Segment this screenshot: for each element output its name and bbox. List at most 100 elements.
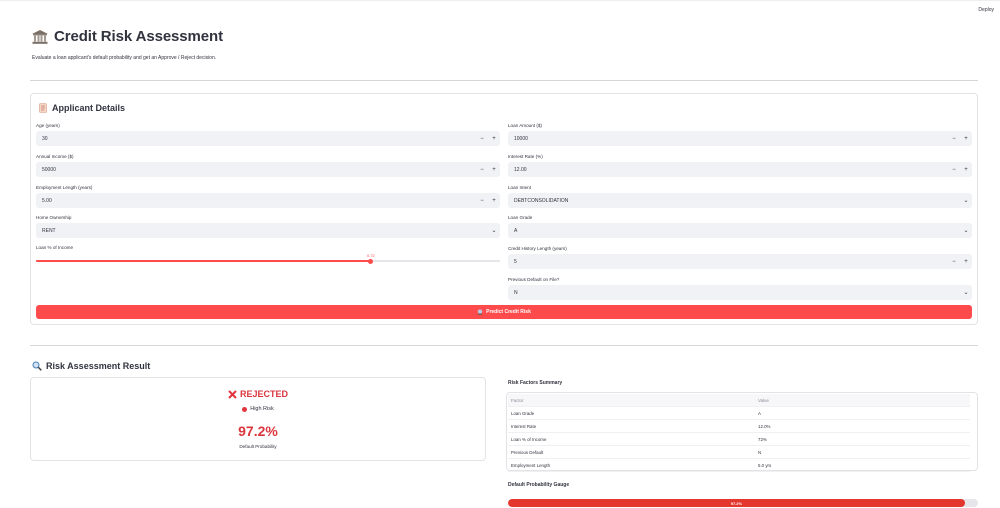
result-heading: Risk Assessment Result (32, 361, 150, 371)
home-ownership-select[interactable]: RENT ⌄ (36, 223, 500, 238)
table-row: Employment Length 5.0 yrs (508, 459, 970, 472)
credit-history-label: Credit History Length (years) (508, 246, 567, 251)
loan-percent-slider-fill (36, 260, 370, 262)
chevron-down-icon: ⌄ (963, 198, 969, 204)
page-title: Credit Risk Assessment (32, 28, 223, 45)
risk-level-text: High Risk (250, 406, 274, 412)
employment-length-decrement-button[interactable]: − (476, 198, 488, 204)
interest-rate-value: 12.00 (514, 166, 527, 173)
loan-percent-slider-value: 0.72 (367, 253, 375, 258)
risk-factors-heading: Risk Factors Summary (508, 380, 563, 386)
table-cell-factor: Employment Length (511, 462, 551, 468)
table-cell-value: 5.0 yrs (758, 462, 772, 468)
income-increment-button[interactable]: + (488, 167, 500, 173)
income-decrement-button[interactable]: − (476, 167, 488, 173)
decision-text: REJECTED (239, 389, 288, 399)
decision-block: REJECTED (30, 389, 486, 399)
top-border (0, 0, 1000, 1)
age-label: Age (years) (36, 123, 60, 128)
loan-amount-label: Loan Amount ($) (508, 123, 542, 128)
loan-amount-increment-button[interactable]: + (960, 136, 972, 142)
table-cell-value: A (758, 410, 761, 416)
page-subtitle: Evaluate a loan applicant's default prob… (32, 55, 217, 61)
income-input[interactable]: 50000 − + (36, 162, 500, 177)
risk-factors-table: Factor Value Loan Grade A Interest Rate … (508, 394, 970, 472)
bank-icon (32, 29, 48, 44)
previous-default-label: Previous Default on File? (508, 277, 560, 282)
probability-gauge-fill: 97.2% (508, 499, 965, 507)
page-title-text: Credit Risk Assessment (54, 28, 223, 45)
interest-rate-increment-button[interactable]: + (960, 167, 972, 173)
age-value: 30 (42, 135, 48, 142)
probability-label: Default Probability (239, 444, 277, 449)
applicant-heading: Applicant Details (38, 103, 125, 113)
table-cell-factor: Loan % of Income (511, 436, 547, 442)
loan-grade-label: Loan Grade (508, 215, 533, 220)
deploy-button[interactable]: Deploy (978, 7, 994, 13)
home-ownership-label: Home Ownership (36, 215, 72, 220)
predict-button-label: Predict Credit Risk (486, 309, 531, 315)
credit-history-increment-button[interactable]: + (960, 259, 972, 265)
credit-history-decrement-button[interactable]: − (948, 259, 960, 265)
interest-rate-decrement-button[interactable]: − (948, 167, 960, 173)
probability-text: 97.2% (238, 423, 278, 439)
table-cell-value: N (758, 449, 762, 455)
interest-rate-label: Interest Rate (%) (508, 154, 543, 159)
loan-intent-select[interactable]: DEBTCONSOLIDATION ⌄ (508, 193, 972, 208)
table-row: Loan Grade A (508, 407, 970, 420)
loan-intent-value: DEBTCONSOLIDATION (514, 197, 569, 204)
credit-history-value: 5 (514, 258, 517, 265)
loan-grade-select[interactable]: A ⌄ (508, 223, 972, 238)
loan-percent-slider-handle[interactable] (367, 258, 373, 264)
gauge-heading: Default Probability Gauge (508, 482, 570, 488)
interest-rate-input[interactable]: 12.00 − + (508, 162, 972, 177)
table-cell-factor: Loan Grade (511, 410, 535, 416)
predict-credit-risk-button[interactable]: Predict Credit Risk (36, 305, 972, 319)
probability-caption: Default Probability (30, 444, 486, 449)
chevron-down-icon: ⌄ (963, 290, 969, 296)
table-cell-value: 12.0% (758, 423, 771, 429)
divider (30, 345, 978, 346)
previous-default-value: N (514, 289, 518, 296)
cross-mark-icon (228, 389, 237, 399)
divider (30, 80, 978, 81)
result-heading-text: Risk Assessment Result (46, 361, 151, 371)
table-header-factor: Factor (511, 397, 524, 403)
previous-default-select[interactable]: N ⌄ (508, 285, 972, 300)
decision-label: REJECTED (30, 389, 486, 399)
age-input[interactable]: 30 − + (36, 131, 500, 146)
table-cell-factor: Interest Rate (511, 423, 537, 429)
employment-length-increment-button[interactable]: + (488, 198, 500, 204)
home-ownership-value: RENT (42, 227, 56, 234)
memo-icon (39, 103, 47, 113)
employment-length-label: Employment Length (years) (36, 185, 93, 190)
employment-length-input[interactable]: 5.00 − + (36, 193, 500, 208)
table-header-row: Factor Value (508, 394, 970, 407)
loan-amount-decrement-button[interactable]: − (948, 136, 960, 142)
risk-level: High Risk (30, 406, 486, 412)
loan-intent-label: Loan Intent (508, 185, 531, 190)
table-cell-factor: Previous Default (511, 449, 544, 455)
red-circle-icon (242, 406, 248, 412)
crystal-ball-icon (477, 309, 483, 315)
loan-grade-value: A (514, 227, 518, 234)
applicant-heading-text: Applicant Details (52, 103, 126, 113)
table-row: Previous Default N (508, 446, 970, 459)
age-decrement-button[interactable]: − (476, 136, 488, 142)
loan-percent-label: Loan % of Income (36, 245, 74, 250)
age-increment-button[interactable]: + (488, 136, 500, 142)
gauge-value-text: 97.2% (730, 500, 743, 506)
chevron-down-icon: ⌄ (963, 228, 969, 234)
loan-amount-value: 10000 (514, 135, 528, 142)
table-cell-value: 72% (758, 436, 767, 442)
probability-value: 97.2% (30, 423, 486, 439)
employment-length-value: 5.00 (42, 197, 52, 204)
probability-gauge: 97.2% (508, 499, 978, 507)
chevron-down-icon: ⌄ (491, 228, 497, 234)
table-row: Loan % of Income 72% (508, 433, 970, 446)
credit-history-input[interactable]: 5 − + (508, 254, 972, 269)
loan-amount-input[interactable]: 10000 − + (508, 131, 972, 146)
table-row: Interest Rate 12.0% (508, 420, 970, 433)
magnifier-icon (32, 361, 42, 371)
table-header-value: Value (758, 397, 769, 403)
